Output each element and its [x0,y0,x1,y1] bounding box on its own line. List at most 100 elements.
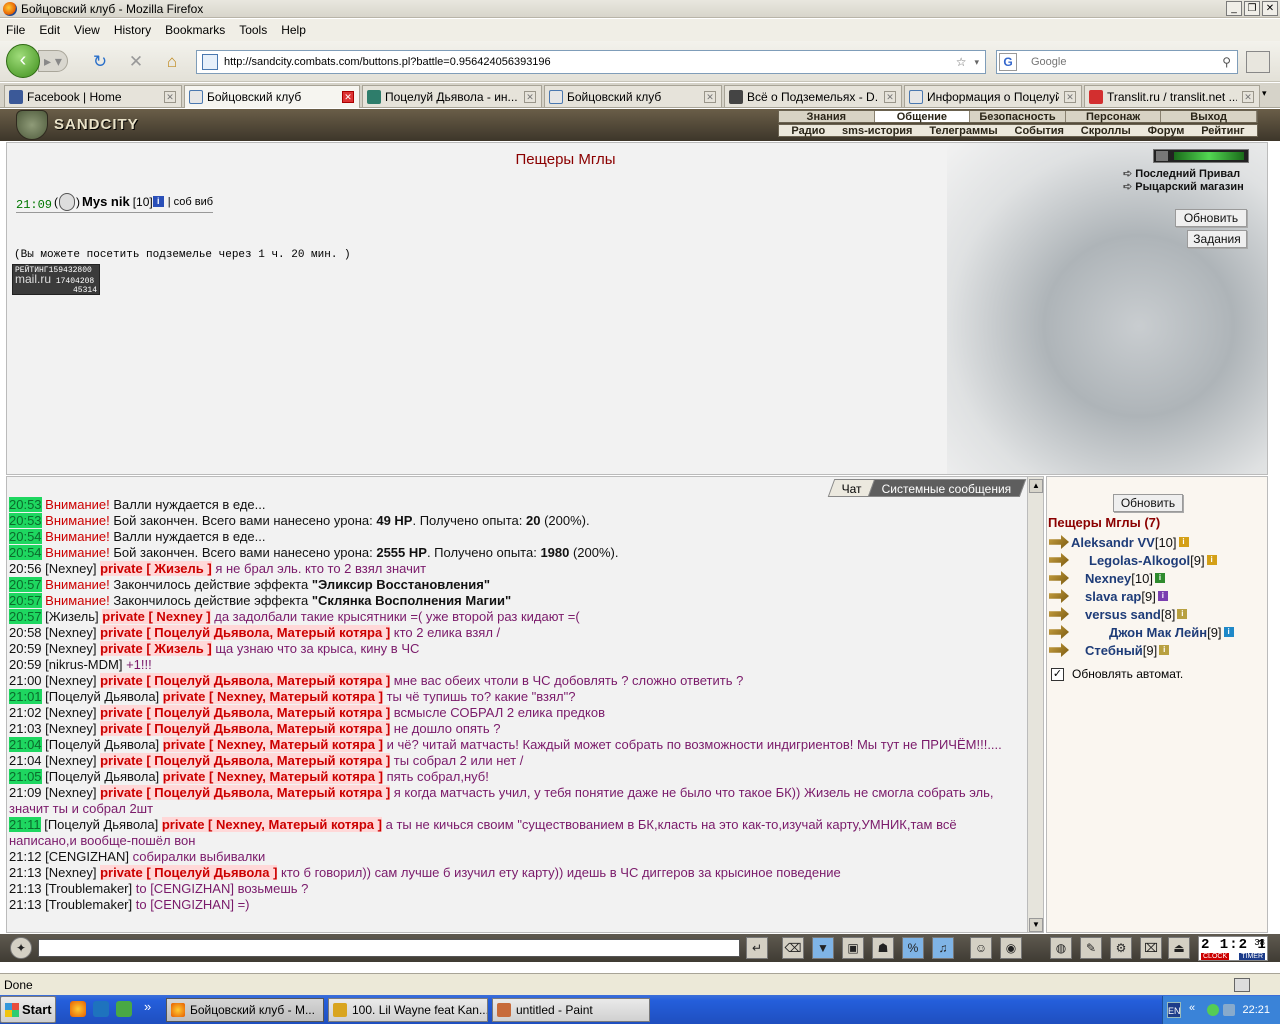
network-icon[interactable] [1207,1004,1219,1016]
private-message-arrow-icon[interactable] [1049,553,1069,567]
chat-timestamp[interactable]: 20:59 [9,657,42,672]
minimize-button[interactable]: _ [1226,1,1242,16]
private-message-arrow-icon[interactable] [1049,625,1069,639]
chat-timestamp[interactable]: 20:57 [9,609,42,624]
menu-knowledge[interactable]: Знания [779,111,875,123]
menu-file[interactable]: File [6,23,25,37]
home-icon[interactable]: ⌂ [162,52,182,72]
google-engine-icon[interactable]: G [999,53,1017,71]
chat-author[interactable]: [Nexney] [45,721,100,736]
chat-timestamp[interactable]: 21:13 [9,897,42,912]
private-recipients[interactable]: private [ Nexney ] [102,609,211,624]
submenu-events[interactable]: События [1015,125,1064,137]
player-info-icon[interactable]: i [1206,555,1217,565]
private-recipients[interactable]: private [ Жизель ] [100,641,212,656]
chat-timestamp[interactable]: 21:13 [9,865,42,880]
stop-icon[interactable]: ✕ [126,52,146,72]
chat-author[interactable]: [Поцелуй Дьявола] [44,817,162,832]
chat-scrollbar[interactable]: ▲ ▼ [1027,477,1043,932]
search-icon[interactable]: ⚲ [1222,55,1231,69]
player-info-icon[interactable]: i [1178,537,1189,547]
search-bar[interactable]: G ⚲ [996,50,1238,74]
tab-close-icon[interactable]: ✕ [704,90,716,103]
menu-edit[interactable]: Edit [39,23,60,37]
chat-author[interactable]: [Nexney] [45,753,100,768]
player-row[interactable]: Джон Мак Лейн [9] i [1049,623,1234,641]
tab-list-dropdown-icon[interactable]: ▾ [1262,88,1267,99]
player-info-icon[interactable]: i [1159,645,1170,655]
chat-author[interactable]: [CENGIZHAN] [45,849,132,864]
timer-label[interactable]: TIMER [1239,953,1265,960]
fighter-icon[interactable]: ☗ [872,937,894,959]
tabs-overview-icon[interactable] [1246,51,1270,73]
chat-timestamp[interactable]: 20:53 [9,513,42,528]
chat-timestamp[interactable]: 21:13 [9,881,42,896]
bookmark-star-icon[interactable]: ☆ [956,55,967,69]
private-recipients[interactable]: private [ Nexney, Матерый котяра ] [162,737,383,752]
refresh-button[interactable]: Обновить [1175,209,1247,227]
helmet-icon[interactable]: ◉ [1000,937,1022,959]
player-info-icon[interactable]: i [1223,627,1234,637]
chat-timestamp[interactable]: 20:57 [9,593,42,608]
translit-toggle-icon[interactable]: % [902,937,924,959]
player-name[interactable]: Aleksandr VV [1071,535,1155,550]
chat-timestamp[interactable]: 21:04 [9,737,42,752]
tab-system-messages[interactable]: Системные сообщения [868,479,1027,497]
tab-close-icon[interactable]: ✕ [524,90,536,103]
submenu-telegrams[interactable]: Телеграммы [929,125,997,137]
menu-help[interactable]: Help [281,23,306,37]
addon-icon[interactable] [1234,977,1250,992]
link-last-rest[interactable]: Последний Привал [1123,167,1253,180]
player-name[interactable]: Джон Мак Лейн [1109,625,1207,640]
private-recipients[interactable]: private [ Поцелуй Дьявола, Матерый котяр… [100,753,391,768]
music-icon[interactable]: ♫ [932,937,954,959]
close-button[interactable]: ✕ [1262,1,1278,16]
private-recipients[interactable]: private [ Поцелуй Дьявола, Матерый котяр… [100,785,391,800]
search-input[interactable] [1031,56,1211,68]
menu-character[interactable]: Персонаж [1066,111,1162,123]
chat-timestamp[interactable]: 21:03 [9,721,42,736]
tray-clock[interactable]: 22:21 [1242,1004,1270,1016]
chat-input[interactable] [38,939,740,957]
player-name[interactable]: slava rap [1085,589,1141,604]
chat-timestamp[interactable]: 21:11 [9,817,41,832]
tasks-button[interactable]: Задания [1187,230,1247,248]
menu-bookmarks[interactable]: Bookmarks [165,23,225,37]
tab-close-icon[interactable]: ✕ [1242,90,1254,103]
smiley-icon[interactable]: ☺ [970,937,992,959]
scroll-up-icon[interactable]: ▲ [1029,479,1043,493]
chat-author[interactable]: [Nexney] [45,785,100,800]
chat-timestamp[interactable]: 21:01 [9,689,42,704]
tab-fight-club[interactable]: Бойцовский клуб ✕ [184,85,360,108]
task-paint[interactable]: untitled - Paint [492,998,650,1022]
tab-close-icon[interactable]: ✕ [164,90,176,103]
private-message-arrow-icon[interactable] [1049,571,1069,585]
player-row[interactable]: Legolas-Alkogol [9] i [1049,551,1217,569]
menu-history[interactable]: History [114,23,151,37]
link-knight-shop[interactable]: Рыцарский магазин [1123,180,1253,193]
reload-icon[interactable]: ↻ [90,52,110,72]
chat-timestamp[interactable]: 21:05 [9,769,42,784]
chat-author[interactable]: [Nexney] [45,865,100,880]
language-indicator[interactable]: EN [1167,1002,1181,1018]
chat-author[interactable]: [Nexney] [45,625,100,640]
messenger-quicklaunch-icon[interactable] [116,1001,132,1017]
player-info-icon[interactable]: i [1177,609,1188,619]
chat-settings-icon[interactable]: ✦ [10,937,32,959]
private-recipients[interactable]: private [ Nexney, Матерый котяра ] [161,817,382,832]
chat-author[interactable]: [Поцелуй Дьявола] [45,689,163,704]
player-row[interactable]: Aleksandr VV [10] i [1049,533,1189,551]
start-button[interactable]: Start [0,996,56,1023]
tab-close-icon[interactable]: ✕ [342,91,354,103]
chat-author[interactable]: [Nexney] [45,641,100,656]
save-log-icon[interactable]: ▣ [842,937,864,959]
maximize-button[interactable]: ❐ [1244,1,1260,16]
players-refresh-button[interactable]: Обновить [1113,494,1183,512]
chat-author[interactable]: [Nexney] [45,561,100,576]
chat-author[interactable]: [Nexney] [45,705,100,720]
private-recipients[interactable]: private [ Поцелуй Дьявола, Матерый котяр… [100,705,391,720]
auto-refresh-option[interactable]: ✓ Обновлять автомат. [1051,667,1183,681]
lock-icon[interactable]: ⌧ [1140,937,1162,959]
tab-close-icon[interactable]: ✕ [884,90,896,103]
gear-icon[interactable]: ⚙ [1110,937,1132,959]
